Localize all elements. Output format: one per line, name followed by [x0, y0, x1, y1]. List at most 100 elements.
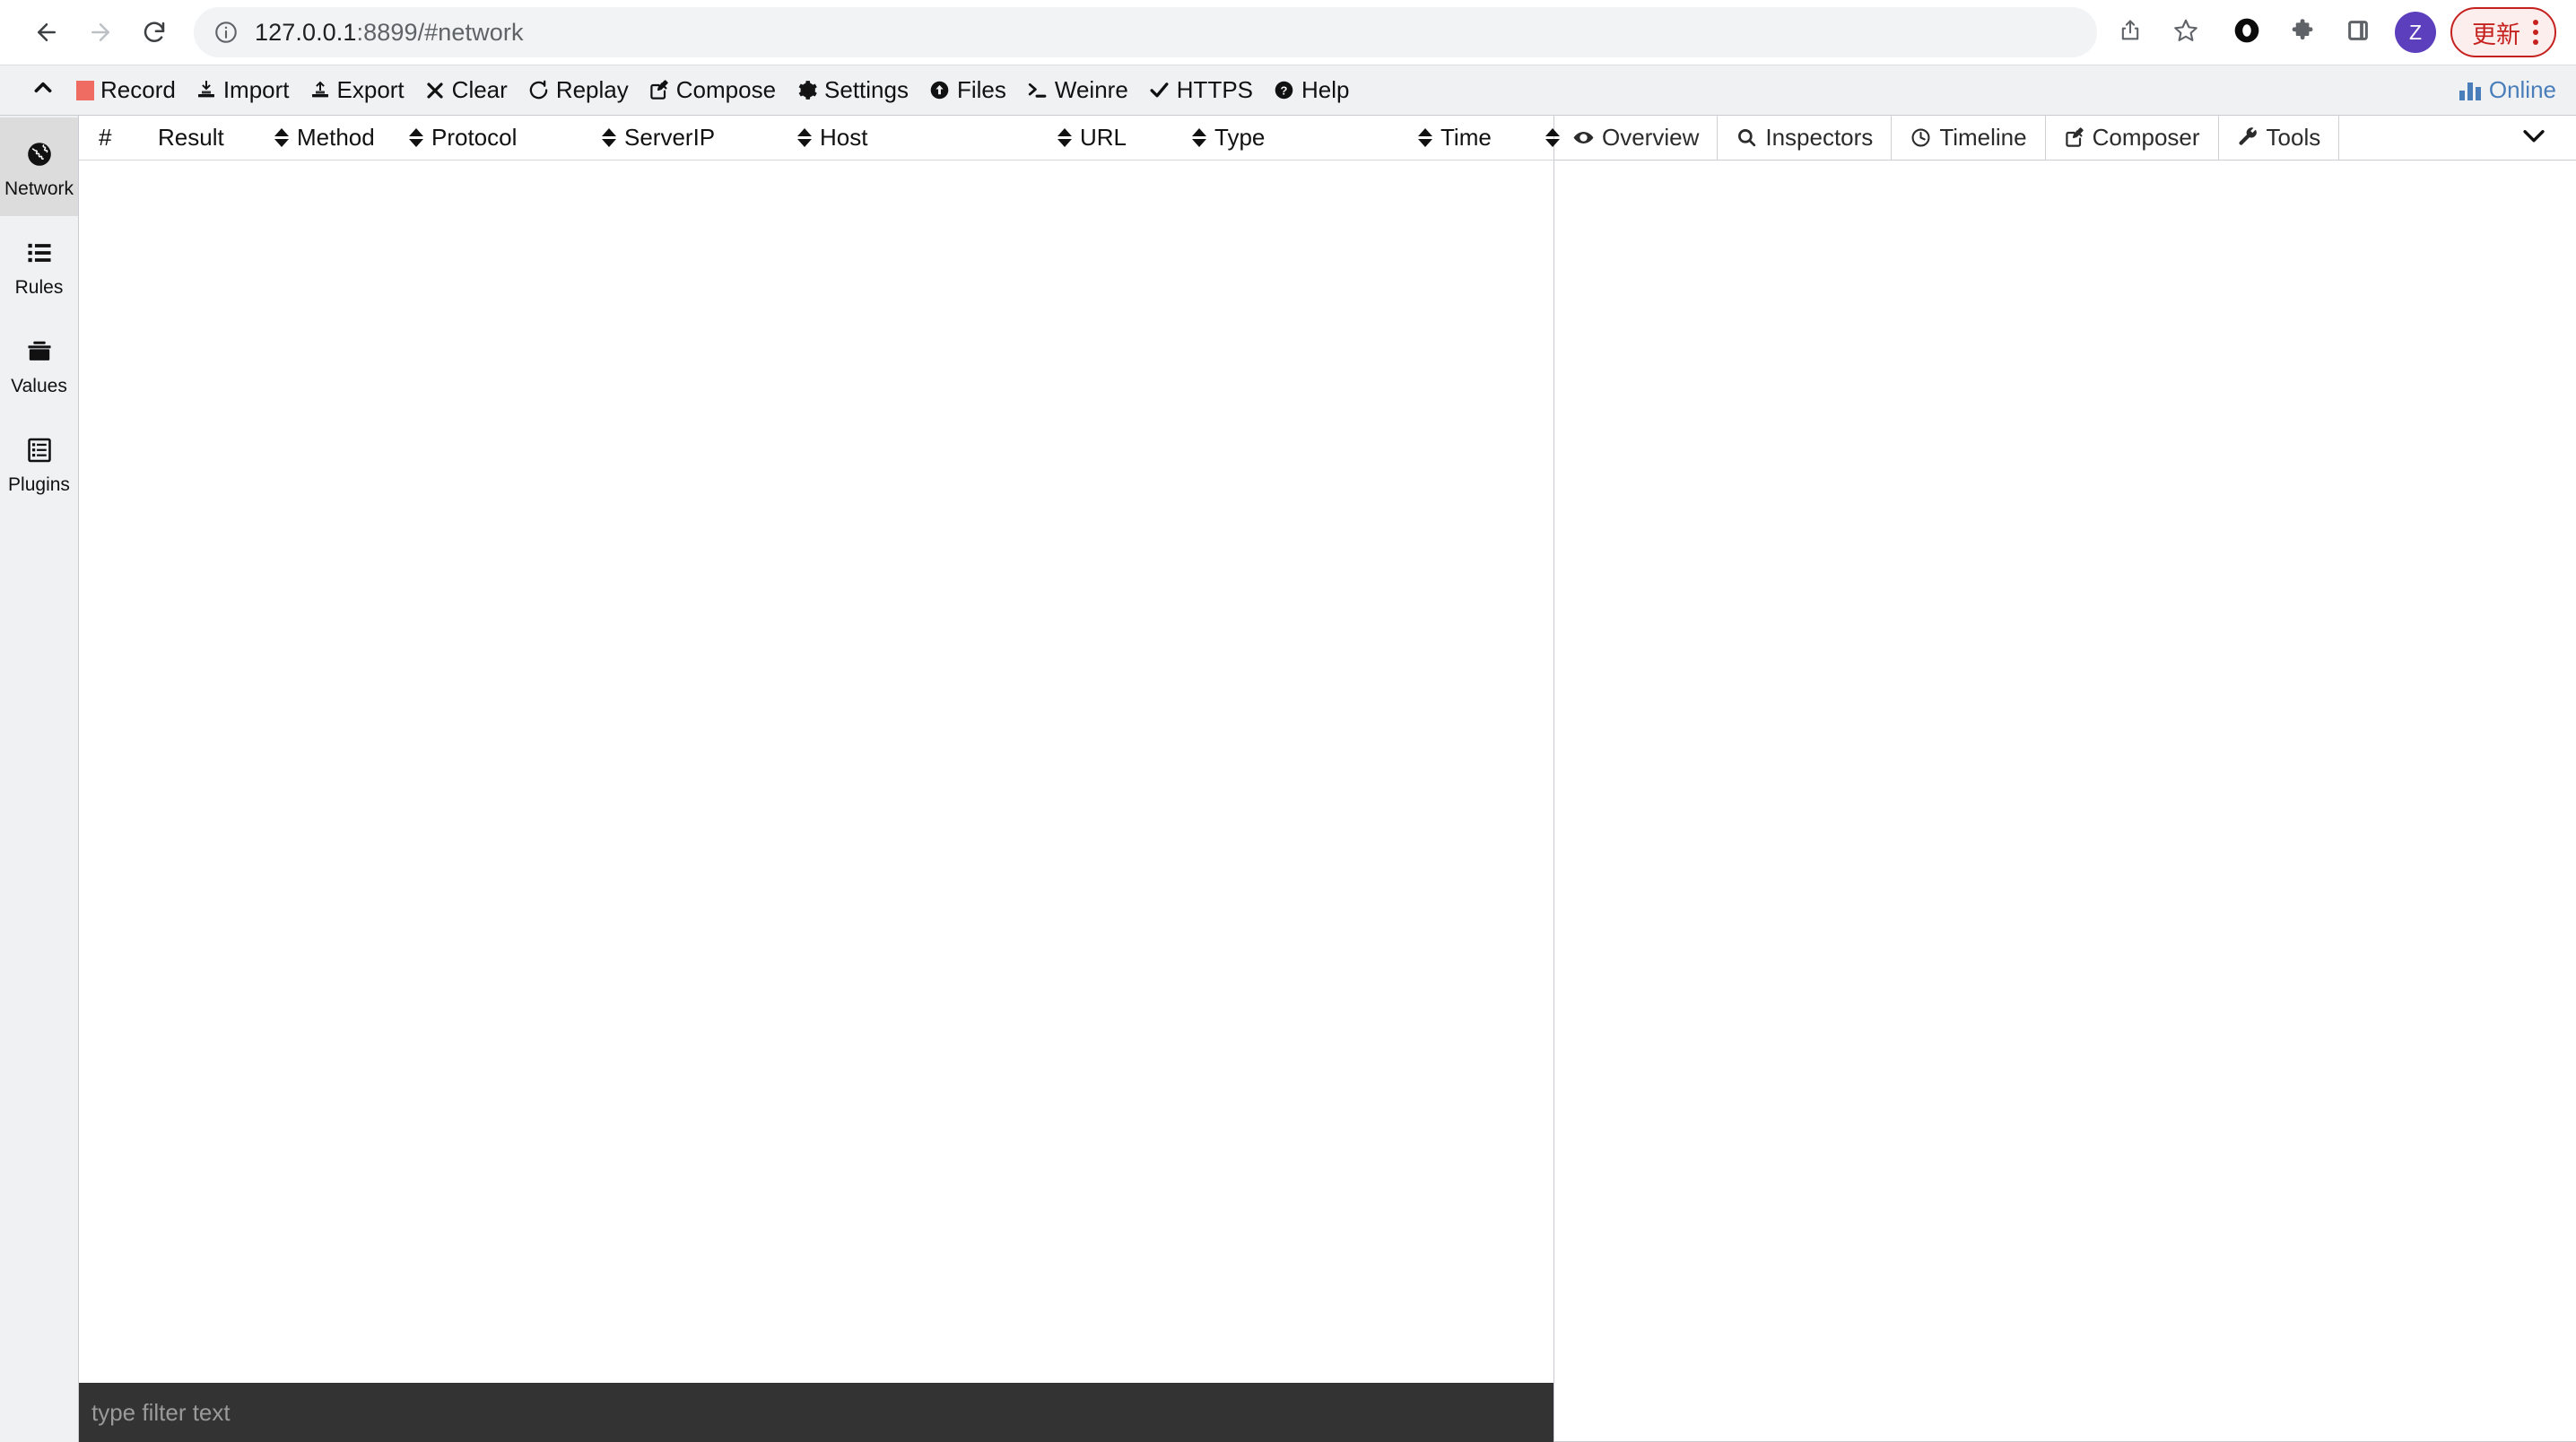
- column-header-host-label: Host: [820, 124, 868, 151]
- toolbar-item-replay[interactable]: Replay: [518, 65, 639, 115]
- column-header-type[interactable]: Type: [1192, 116, 1418, 160]
- back-button[interactable]: [20, 5, 74, 59]
- puzzle-extensions-icon: [2289, 17, 2316, 48]
- sidebar-item-network-label: Network: [4, 178, 74, 199]
- toolbar-item-weinre-label: Weinre: [1054, 76, 1128, 103]
- toolbar-item-export-label: Export: [336, 76, 405, 103]
- toolbar-item-clear[interactable]: Clear: [414, 65, 518, 115]
- sort-toggle-host-icon[interactable]: [1057, 128, 1072, 147]
- sort-toggle-protocol-icon[interactable]: [602, 128, 616, 147]
- replay-refresh-icon: [527, 79, 550, 101]
- tab-inspectors-label: Inspectors: [1765, 124, 1874, 151]
- tab-tools[interactable]: Tools: [2219, 116, 2340, 160]
- side-panel-icon: [2345, 17, 2371, 48]
- bookmark-button[interactable]: [2158, 5, 2214, 59]
- column-header-url-label: URL: [1080, 124, 1127, 151]
- sidebar-item-rules[interactable]: Rules: [0, 216, 78, 315]
- toolbar-item-files-label: Files: [956, 76, 1006, 103]
- toolbar-collapse-button[interactable]: [20, 73, 66, 109]
- sort-toggle-type-icon[interactable]: [1418, 128, 1432, 147]
- column-header-result-label: Result: [158, 124, 224, 151]
- sidebar-rail: Network Rules Values Plugins: [0, 116, 79, 1442]
- puzzle-extensions-button[interactable]: [2275, 5, 2330, 59]
- reload-button[interactable]: [127, 5, 181, 59]
- column-header-type-label: Type: [1214, 124, 1266, 151]
- column-header-result[interactable]: Result: [158, 116, 274, 160]
- opera-circle-extension-button[interactable]: [2219, 5, 2275, 59]
- sort-toggle-url-icon[interactable]: [1192, 128, 1206, 147]
- sort-toggle-serverip-icon[interactable]: [797, 128, 812, 147]
- toolbar-item-import[interactable]: Import: [186, 65, 300, 115]
- filter-input-wrapper[interactable]: type filter text: [79, 1383, 1553, 1442]
- sidebar-item-plugins-label: Plugins: [8, 473, 70, 495]
- check-icon: [1148, 79, 1171, 101]
- toolbar-item-files[interactable]: Files: [918, 65, 1016, 115]
- forward-arrow-icon: [87, 19, 114, 46]
- toolbar-item-record[interactable]: Record: [66, 65, 186, 115]
- compose-pencil-icon: [648, 79, 670, 101]
- toolbar-item-help[interactable]: ? Help: [1263, 65, 1359, 115]
- column-header-index[interactable]: #: [79, 116, 158, 160]
- column-header-host[interactable]: Host: [797, 116, 1057, 160]
- files-upload-icon: [928, 79, 951, 101]
- app-body: Network Rules Values Plugins # Result Me…: [0, 116, 2576, 1442]
- tab-timeline[interactable]: Timeline: [1892, 116, 2046, 160]
- tab-timeline-label: Timeline: [1939, 124, 2027, 151]
- sort-toggle-result-icon[interactable]: [274, 128, 289, 147]
- tab-inspectors[interactable]: Inspectors: [1718, 116, 1893, 160]
- tabstrip-filler: [2339, 116, 2576, 160]
- filter-input-placeholder: type filter text: [91, 1398, 231, 1426]
- inspector-content-pane: [1554, 161, 2576, 1441]
- share-button[interactable]: [2102, 5, 2158, 59]
- omnibox-actions: Z 更新: [2102, 5, 2556, 59]
- back-arrow-icon: [33, 19, 60, 46]
- update-button[interactable]: 更新: [2450, 7, 2556, 57]
- toolbar-item-clear-label: Clear: [451, 76, 508, 103]
- column-header-time-sorter[interactable]: [1526, 116, 1580, 160]
- clear-x-icon: [424, 80, 446, 101]
- network-grid-header: # Result Method Protocol ServerIP Host U…: [79, 116, 1560, 161]
- sidebar-item-values[interactable]: Values: [0, 315, 78, 413]
- side-panel-button[interactable]: [2330, 5, 2386, 59]
- column-header-time-label: Time: [1440, 124, 1492, 151]
- folder-icon: [25, 334, 54, 369]
- column-header-method-label: Method: [297, 124, 375, 151]
- toolbar-item-settings[interactable]: Settings: [786, 65, 918, 115]
- search-icon: [1736, 126, 1758, 149]
- online-status[interactable]: Online: [2459, 76, 2556, 104]
- column-header-time[interactable]: Time: [1418, 116, 1526, 160]
- globe-icon: [25, 136, 54, 172]
- column-header-serverip[interactable]: ServerIP: [602, 116, 797, 160]
- settings-gear-icon: [796, 79, 818, 101]
- column-header-protocol[interactable]: Protocol: [409, 116, 602, 160]
- toolbar-item-export[interactable]: Export: [300, 65, 414, 115]
- sort-toggle-time-icon[interactable]: [1545, 128, 1560, 147]
- address-bar[interactable]: 127.0.0.1:8899/#network: [194, 7, 2097, 57]
- address-bar-url: 127.0.0.1:8899/#network: [255, 18, 524, 46]
- network-grid-body[interactable]: [79, 161, 1553, 1383]
- toolbar-item-compose[interactable]: Compose: [639, 65, 786, 115]
- column-header-url[interactable]: URL: [1057, 116, 1192, 160]
- opera-circle-extension-icon: [2232, 16, 2261, 49]
- column-header-method[interactable]: Method: [274, 116, 409, 160]
- site-info-icon[interactable]: [213, 20, 239, 45]
- tab-overview-label: Overview: [1602, 124, 1700, 151]
- avatar-initial: Z: [2408, 20, 2423, 44]
- chevron-up-icon: [31, 76, 55, 104]
- sidebar-item-network[interactable]: Network: [0, 117, 78, 216]
- toolbar-item-record-label: Record: [100, 76, 176, 103]
- update-label: 更新: [2472, 21, 2520, 48]
- share-icon: [2118, 18, 2143, 48]
- help-question-icon: ?: [1273, 79, 1295, 101]
- chevron-down-icon[interactable]: [2519, 120, 2549, 155]
- compose-pencil-icon: [2064, 126, 2085, 149]
- sidebar-item-plugins[interactable]: Plugins: [0, 413, 78, 512]
- toolbar-item-https[interactable]: HTTPS: [1138, 65, 1263, 115]
- toolbar-item-weinre[interactable]: Weinre: [1016, 65, 1138, 115]
- avatar[interactable]: Z: [2395, 12, 2436, 53]
- toolbar-item-replay-label: Replay: [555, 76, 629, 103]
- forward-button[interactable]: [74, 5, 127, 59]
- tab-composer[interactable]: Composer: [2046, 116, 2219, 160]
- kebab-menu-icon[interactable]: [2533, 20, 2538, 45]
- sort-toggle-method-icon[interactable]: [409, 128, 423, 147]
